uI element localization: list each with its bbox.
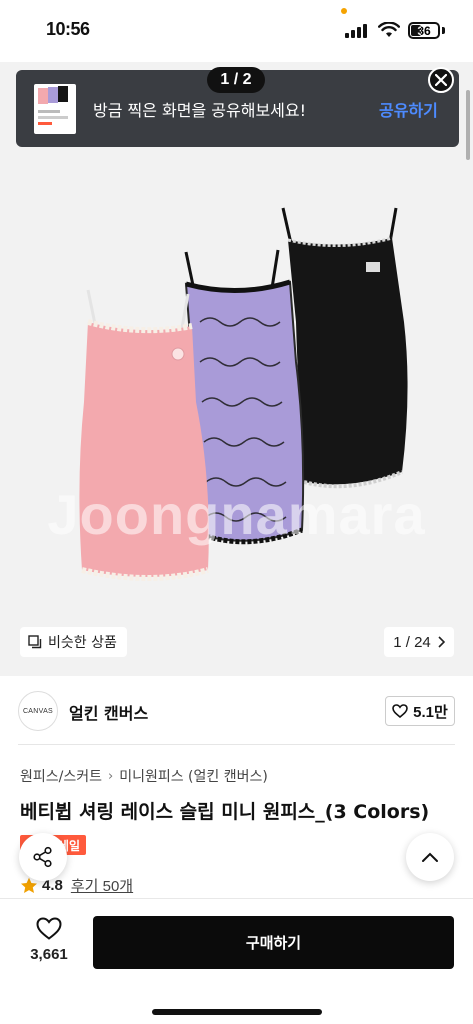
wishlist-button[interactable]: 3,661 <box>16 917 82 979</box>
image-counter: 1 / 24 <box>393 633 431 651</box>
battery-level: 36 <box>417 23 431 38</box>
seller-row[interactable]: CANVAS 얼킨 캔버스 5.1만 <box>0 676 473 746</box>
breadcrumb-subcategory[interactable]: 미니원피스 (얼킨 캔버스) <box>119 766 268 786</box>
follow-like-button[interactable]: 5.1만 <box>385 696 455 726</box>
signal-icon <box>345 24 371 38</box>
page-indicator: 1 / 2 <box>207 67 265 93</box>
breadcrumb-category[interactable]: 원피스/스커트 <box>20 766 102 786</box>
bottom-action-bar: 3,661 구매하기 <box>0 898 473 1024</box>
like-count: 5.1만 <box>413 703 448 721</box>
product-photo <box>79 207 408 581</box>
watermark: Joongnamara <box>47 483 426 546</box>
heart-icon <box>36 917 62 940</box>
image-counter-button[interactable]: 1 / 24 <box>384 627 454 657</box>
share-icon <box>33 846 52 868</box>
similar-products-button[interactable]: 비슷한 상품 <box>20 627 127 657</box>
status-bar: 10:56 36 <box>0 0 473 62</box>
battery-icon: 36 <box>408 22 440 39</box>
reviews-link[interactable]: 후기 50개 <box>71 875 133 896</box>
similar-products-label: 비슷한 상품 <box>48 635 117 651</box>
similar-icon <box>28 635 42 649</box>
privacy-dot <box>341 8 347 14</box>
breadcrumb: 원피스/스커트 › 미니원피스 (얼킨 캔버스) <box>20 766 268 786</box>
chevron-right-icon: › <box>108 768 114 784</box>
divider <box>18 744 455 745</box>
seller-avatar[interactable]: CANVAS <box>18 691 58 731</box>
heart-icon <box>392 704 408 718</box>
scroll-top-button[interactable] <box>406 833 454 881</box>
screenshot-thumbnail <box>34 84 76 134</box>
buy-button[interactable]: 구매하기 <box>93 916 454 969</box>
close-icon[interactable] <box>428 67 454 93</box>
chevron-right-icon <box>438 636 445 648</box>
home-indicator[interactable] <box>152 1009 322 1015</box>
status-time: 10:56 <box>46 19 90 39</box>
chevron-up-icon <box>422 852 438 862</box>
wifi-icon <box>378 22 400 37</box>
toast-message: 방금 찍은 화면을 공유해보세요! <box>93 101 307 120</box>
share-action-button[interactable]: 공유하기 <box>379 97 438 121</box>
product-image-gallery[interactable]: Joongnamara 1 / 2 방금 찍은 화면을 공유해보세요! 공유하기… <box>0 62 473 676</box>
seller-name[interactable]: 얼킨 캔버스 <box>69 700 148 724</box>
product-title: 베티뷥 셔링 레이스 슬립 미니 원피스_(3 Colors) <box>20 801 430 823</box>
battery-cap <box>442 27 445 34</box>
wishlist-count: 3,661 <box>30 946 68 963</box>
scrollbar[interactable] <box>466 90 470 160</box>
share-button[interactable] <box>19 833 67 881</box>
